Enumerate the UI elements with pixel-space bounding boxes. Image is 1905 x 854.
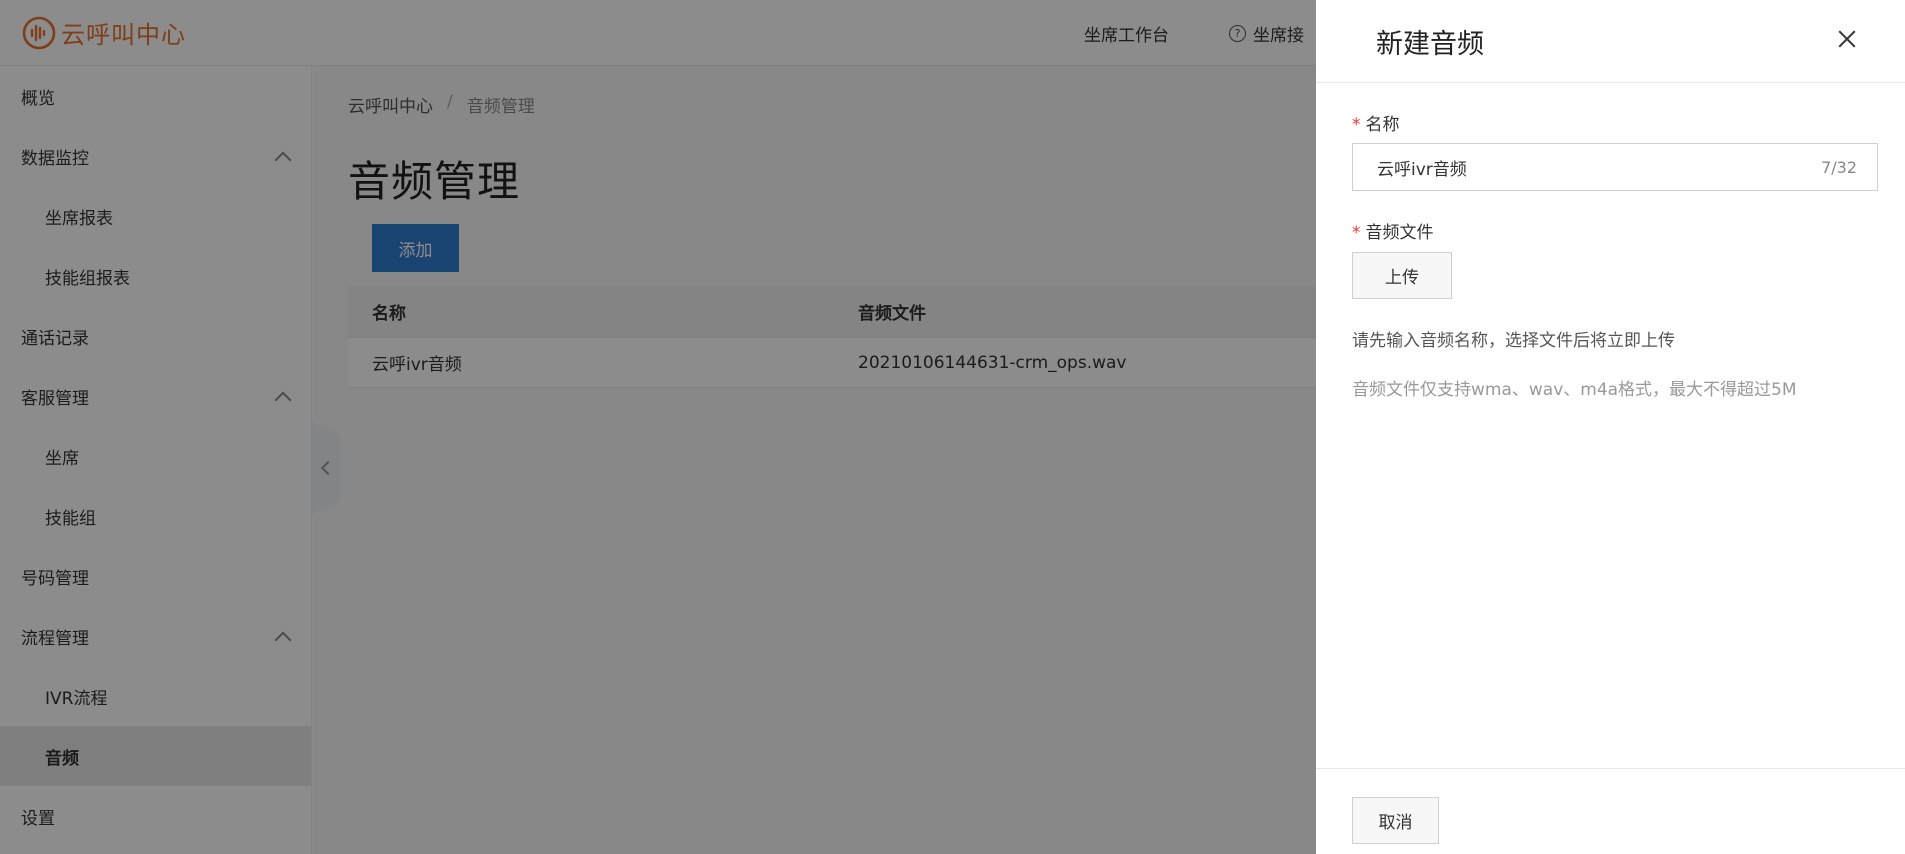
upload-button[interactable]: 上传 [1352, 252, 1452, 299]
name-input[interactable]: 云呼ivr音频 7/32 [1352, 143, 1878, 191]
format-hint: 音频文件仅支持wma、wav、m4a格式，最大不得超过5M [1352, 380, 1797, 400]
close-icon[interactable] [1834, 26, 1860, 52]
drawer-title: 新建音频 [1376, 29, 1484, 60]
modal-overlay[interactable] [0, 0, 1316, 854]
required-mark: * [1352, 223, 1361, 243]
required-mark: * [1352, 115, 1361, 135]
name-label-text: 名称 [1365, 115, 1400, 135]
file-field-label: * 音频文件 [1352, 218, 1434, 243]
drawer-header: 新建音频 [1316, 0, 1905, 83]
file-label-text: 音频文件 [1365, 223, 1434, 243]
name-field-label: * 名称 [1352, 110, 1400, 135]
upload-hint: 请先输入音频名称，选择文件后将立即上传 [1352, 331, 1675, 351]
drawer-footer: 取消 [1316, 768, 1905, 854]
name-input-value: 云呼ivr音频 [1377, 159, 1467, 180]
new-audio-drawer: 新建音频 * 名称 云呼ivr音频 7/32 * 音频文件 上传 请先输入音频名称，… [1316, 0, 1905, 854]
char-counter: 7/32 [1821, 157, 1857, 177]
cancel-button[interactable]: 取消 [1352, 797, 1439, 844]
